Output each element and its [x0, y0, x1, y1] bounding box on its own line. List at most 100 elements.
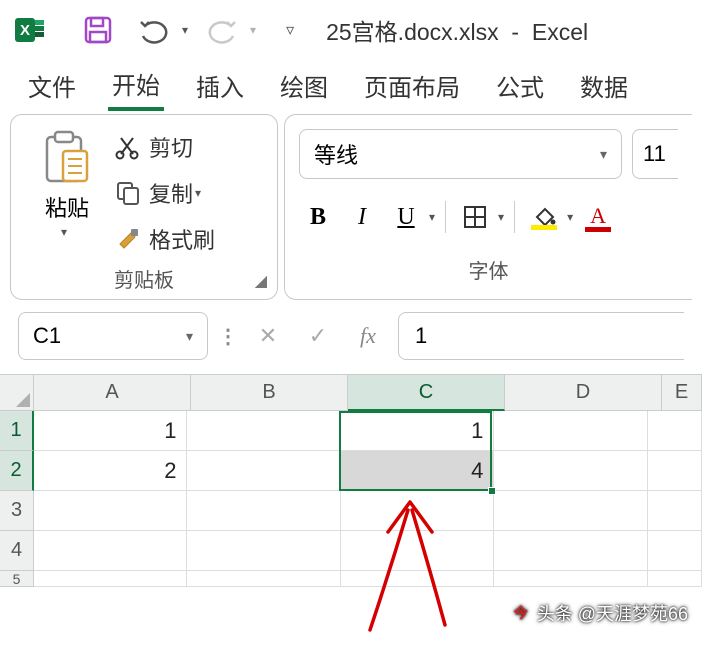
enter-formula-button[interactable]: ✓: [298, 316, 338, 356]
cut-label: 剪切: [149, 131, 193, 163]
app-name-text: Excel: [532, 19, 588, 45]
cell-a5[interactable]: [34, 571, 187, 587]
tab-data[interactable]: 数据: [576, 62, 632, 109]
borders-icon: [462, 204, 488, 230]
redo-button[interactable]: [200, 8, 244, 52]
row-header-1[interactable]: 1: [0, 411, 34, 451]
cell-e2[interactable]: [648, 451, 702, 491]
insert-function-button[interactable]: fx: [348, 316, 388, 356]
formula-value: 1: [415, 323, 427, 349]
cell-c3[interactable]: [341, 491, 494, 531]
row-header-4[interactable]: 4: [0, 531, 34, 571]
redo-dropdown-icon[interactable]: ▾: [250, 23, 256, 37]
font-size-selector[interactable]: 11: [632, 129, 678, 179]
bold-button[interactable]: B: [299, 197, 337, 237]
borders-button[interactable]: [456, 197, 494, 237]
italic-button[interactable]: I: [343, 197, 381, 237]
cell-c5[interactable]: [341, 571, 494, 587]
ribbon-tabs: 文件 开始 插入 绘图 页面布局 公式 数据: [0, 60, 702, 110]
paste-button[interactable]: 粘贴 ▾: [25, 125, 109, 262]
cell-b2[interactable]: [187, 451, 340, 491]
borders-dropdown-icon[interactable]: ▾: [498, 210, 504, 224]
undo-button[interactable]: [132, 8, 176, 52]
name-box[interactable]: C1 ▾: [18, 312, 208, 360]
clipboard-dialog-launcher[interactable]: ◢: [255, 271, 267, 291]
row-header-3[interactable]: 3: [0, 491, 34, 531]
undo-dropdown-icon[interactable]: ▾: [182, 23, 188, 37]
filename-text: 25宫格.docx.xlsx: [326, 19, 499, 45]
tab-insert[interactable]: 插入: [192, 62, 248, 109]
cell-b5[interactable]: [187, 571, 340, 587]
cell-c4[interactable]: [341, 531, 494, 571]
row-header-2[interactable]: 2: [0, 451, 34, 491]
font-color-swatch: [585, 227, 611, 232]
cancel-formula-button[interactable]: ✕: [248, 316, 288, 356]
cell-b4[interactable]: [187, 531, 340, 571]
cell-d2[interactable]: [494, 451, 647, 491]
svg-text:X: X: [20, 22, 30, 39]
tab-draw[interactable]: 绘图: [276, 62, 332, 109]
watermark: 今 头条 @天涯梦苑66: [511, 600, 688, 626]
row-header-5[interactable]: 5: [0, 571, 34, 587]
format-painter-button[interactable]: 格式刷: [115, 219, 215, 259]
cut-button[interactable]: 剪切: [115, 127, 215, 167]
fill-color-button[interactable]: [525, 205, 563, 230]
cell-a4[interactable]: [34, 531, 187, 571]
cell-d1[interactable]: [494, 411, 647, 451]
cell-e1[interactable]: [648, 411, 702, 451]
format-painter-label: 格式刷: [149, 223, 215, 255]
font-name-value: 等线: [314, 138, 358, 170]
bucket-icon: [531, 205, 557, 227]
column-header-d[interactable]: D: [505, 375, 662, 411]
column-header-e[interactable]: E: [662, 375, 702, 411]
font-name-selector[interactable]: 等线 ▾: [299, 129, 622, 179]
clipboard-group: 粘贴 ▾ 剪切 复制 ▾ 格式刷 剪贴板 ◢: [10, 114, 278, 300]
cell-a1[interactable]: 1: [34, 411, 187, 451]
underline-dropdown-icon[interactable]: ▾: [429, 210, 435, 224]
copy-button[interactable]: 复制 ▾: [115, 173, 215, 213]
cell-c1[interactable]: 1: [341, 411, 494, 451]
cell-e5[interactable]: [648, 571, 702, 587]
formula-bar-separator: ⋮: [218, 324, 238, 349]
cell-d3[interactable]: [494, 491, 647, 531]
font-group: 等线 ▾ 11 B I U ▾ ▾ ▾ A: [284, 114, 692, 300]
qat-customize-icon[interactable]: ▿: [286, 20, 294, 40]
cell-a3[interactable]: [34, 491, 187, 531]
font-size-value: 11: [643, 141, 666, 167]
formula-bar: C1 ▾ ⋮ ✕ ✓ fx 1: [0, 304, 702, 368]
font-group-label: 字体: [299, 255, 678, 284]
cell-a2[interactable]: 2: [34, 451, 187, 491]
select-all-corner[interactable]: [0, 375, 34, 411]
tab-page-layout[interactable]: 页面布局: [360, 62, 464, 109]
copy-icon: [115, 180, 141, 206]
copy-dropdown-icon[interactable]: ▾: [195, 186, 201, 200]
cell-d5[interactable]: [494, 571, 647, 587]
save-button[interactable]: [76, 8, 120, 52]
tab-file[interactable]: 文件: [24, 62, 80, 109]
underline-button[interactable]: U: [387, 197, 425, 237]
column-header-a[interactable]: A: [34, 375, 191, 411]
font-color-icon: A: [590, 203, 606, 229]
chevron-down-icon: ▾: [600, 146, 607, 163]
cell-b1[interactable]: [187, 411, 340, 451]
paste-dropdown-icon[interactable]: ▾: [61, 225, 67, 239]
scissors-icon: [115, 134, 141, 160]
cell-e4[interactable]: [648, 531, 702, 571]
column-header-b[interactable]: B: [191, 375, 348, 411]
name-box-value: C1: [33, 323, 61, 349]
tab-home[interactable]: 开始: [108, 60, 164, 111]
fill-handle[interactable]: [488, 487, 496, 495]
font-color-button[interactable]: A: [579, 203, 617, 232]
spreadsheet-grid: A B C D E 1 1 1 2 2 4 3 4 5: [0, 374, 702, 587]
cell-e3[interactable]: [648, 491, 702, 531]
fill-color-dropdown-icon[interactable]: ▾: [567, 210, 573, 224]
formula-input[interactable]: 1: [398, 312, 684, 360]
cell-c2[interactable]: 4: [341, 451, 494, 491]
column-header-c[interactable]: C: [348, 375, 505, 411]
watermark-text: 头条 @天涯梦苑66: [537, 600, 688, 626]
ribbon-content: 粘贴 ▾ 剪切 复制 ▾ 格式刷 剪贴板 ◢: [0, 110, 702, 300]
tab-formulas[interactable]: 公式: [492, 62, 548, 109]
cell-d4[interactable]: [494, 531, 647, 571]
copy-label: 复制: [149, 177, 193, 209]
cell-b3[interactable]: [187, 491, 340, 531]
